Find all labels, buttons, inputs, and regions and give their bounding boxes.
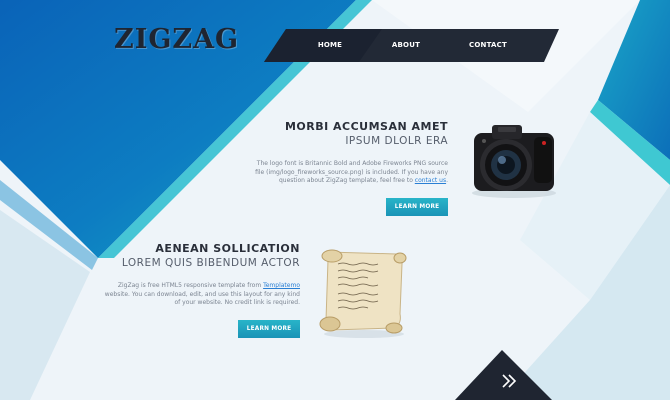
section-2: AENEAN SOLLICATION LOREM QUIS BIBENDUM A… — [100, 242, 300, 338]
logo[interactable]: ZIGZAG — [114, 24, 239, 55]
contact-us-link[interactable]: contact us — [415, 177, 446, 184]
paper-scroll-image — [319, 249, 407, 338]
section-1: MORBI ACCUMSAN AMET IPSUM DLOLR ERA The … — [252, 120, 448, 216]
camera-image — [472, 125, 556, 198]
section-2-title: AENEAN SOLLICATION — [155, 242, 300, 255]
nav-home[interactable]: HOME — [304, 29, 356, 62]
templatemo-link[interactable]: Templatemo — [263, 282, 300, 289]
page: ZIGZAG HOME ABOUT CONTACT MORBI ACCUMSAN… — [0, 0, 670, 400]
main-nav: HOME ABOUT CONTACT — [264, 29, 559, 62]
section-1-text: The logo font is Britannic Bold and Adob… — [255, 160, 448, 184]
section-1-title: MORBI ACCUMSAN AMET — [284, 120, 448, 133]
section-2-subtitle: LOREM QUIS BIBENDUM ACTOR — [121, 257, 300, 269]
learn-more-button-1[interactable]: LEARN MORE — [386, 197, 448, 216]
section-1-subtitle: IPSUM DLOLR ERA — [345, 135, 448, 147]
double-chevron-right-icon[interactable] — [500, 373, 520, 389]
nav-contact[interactable]: CONTACT — [460, 29, 516, 62]
learn-more-button-2[interactable]: LEARN MORE — [238, 319, 300, 338]
section-2-text: ZigZag is free HTML5 responsive template… — [104, 282, 300, 306]
nav-about[interactable]: ABOUT — [382, 29, 430, 62]
